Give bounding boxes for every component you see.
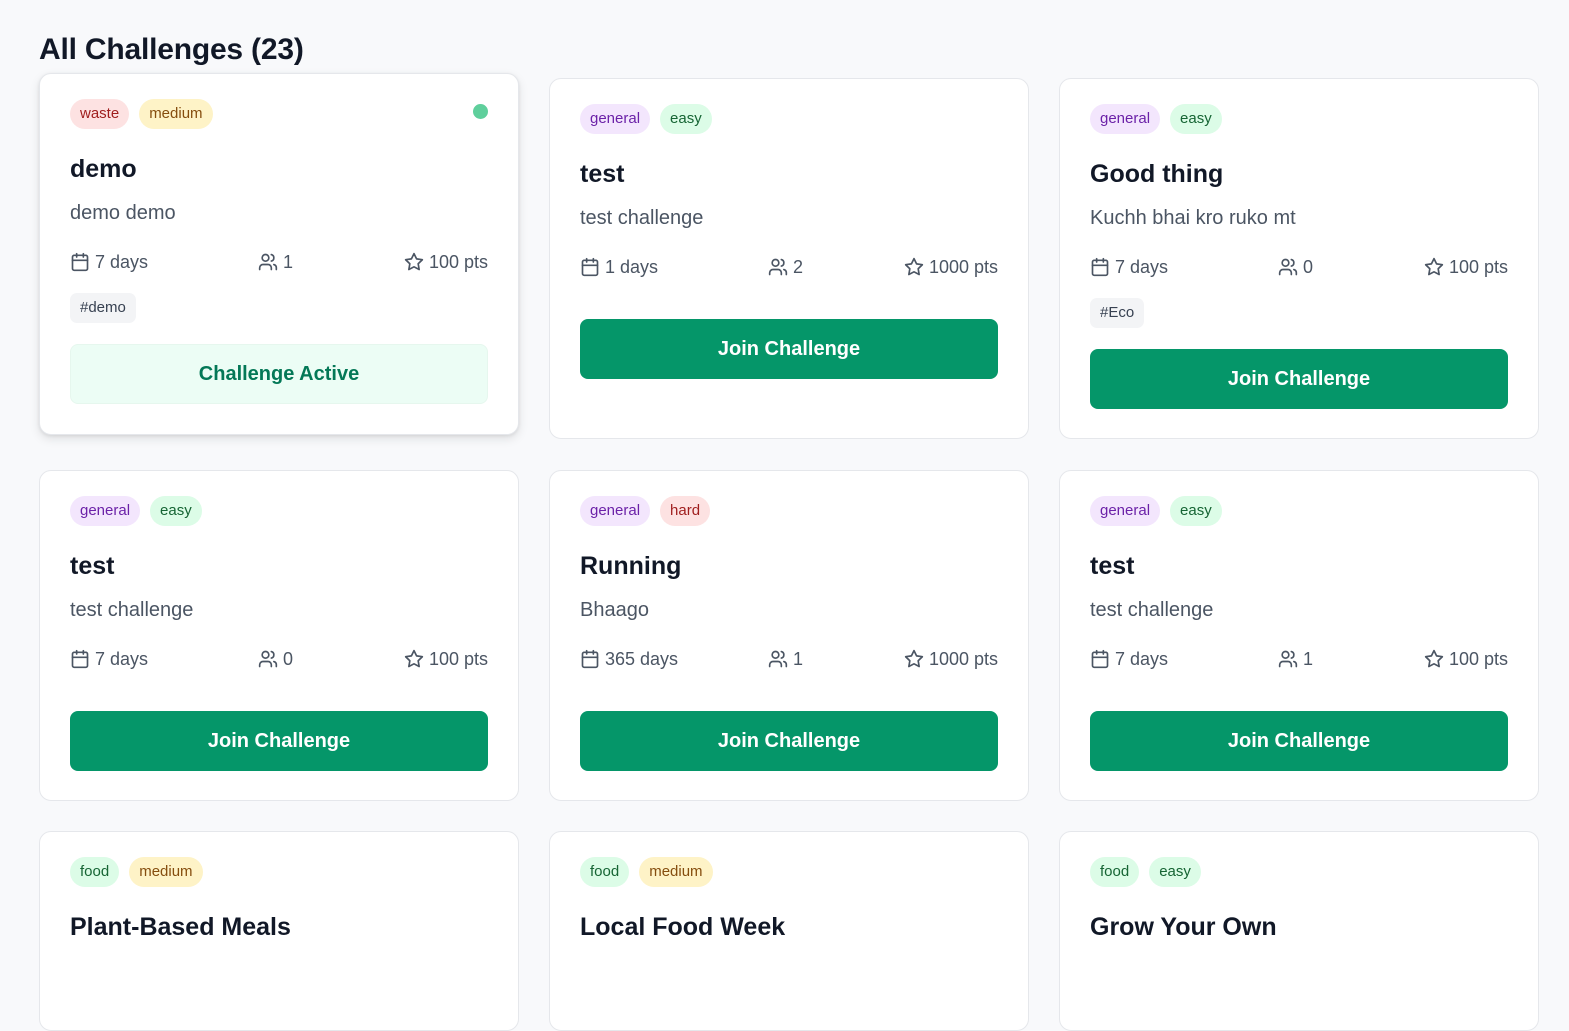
challenge-description: Bhaago: [580, 599, 649, 621]
join-challenge-button[interactable]: Join Challenge: [1090, 349, 1508, 409]
challenge-card: food easy Grow Your Own: [1059, 831, 1539, 1031]
calendar-icon: [71, 649, 89, 669]
duration-text: 1 days: [605, 257, 659, 277]
difficulty-badge: easy: [1149, 857, 1201, 887]
challenge-description: test challenge: [1090, 599, 1214, 621]
users-icon: [768, 650, 788, 668]
challenge-title: test: [70, 552, 115, 580]
challenge-card: general easy test test challenge 1 days …: [549, 78, 1029, 439]
challenge-card: general easy test test challenge 7 days …: [1059, 470, 1539, 801]
challenge-title: Good thing: [1090, 160, 1224, 188]
calendar-icon: [71, 252, 89, 272]
challenge-title: Running: [580, 552, 682, 580]
challenge-title: Plant-Based Meals: [70, 913, 291, 941]
challenge-active-button[interactable]: Challenge Active: [70, 344, 488, 404]
calendar-icon: [1091, 649, 1109, 669]
points-text: 100 pts: [1448, 649, 1508, 669]
star-icon: [904, 649, 924, 668]
challenge-title: demo: [70, 155, 137, 183]
challenge-title: Local Food Week: [580, 913, 786, 941]
difficulty-badge: easy: [660, 104, 712, 134]
challenge-description: demo demo: [70, 202, 176, 224]
category-badge: food: [1090, 857, 1140, 887]
category-badge: general: [1090, 104, 1161, 134]
page-title: All Challenges (23): [39, 33, 304, 67]
star-icon: [404, 649, 424, 668]
challenge-card: food medium Plant-Based Meals: [39, 831, 519, 1031]
challenge-meta: 7 days 0 100 pts: [70, 646, 488, 672]
users-icon: [768, 258, 788, 276]
duration-text: 7 days: [1115, 649, 1169, 669]
difficulty-badge: easy: [1170, 496, 1222, 526]
users-icon: [258, 253, 278, 271]
difficulty-badge: medium: [639, 857, 713, 887]
star-icon: [1424, 257, 1444, 276]
points-text: 1000 pts: [928, 257, 998, 277]
challenge-meta: 7 days 1 100 pts: [70, 249, 488, 275]
category-badge: food: [580, 857, 630, 887]
join-challenge-button[interactable]: Join Challenge: [580, 711, 998, 771]
challenge-card: food medium Local Food Week: [549, 831, 1029, 1031]
challenge-card: general easy Good thing Kuchh bhai kro r…: [1059, 78, 1539, 439]
challenge-card: general hard Running Bhaago 365 days 1 1…: [549, 470, 1029, 801]
challenge-meta: 7 days 0 100 pts: [1090, 254, 1508, 280]
difficulty-badge: medium: [139, 99, 213, 129]
star-icon: [1424, 649, 1444, 668]
difficulty-badge: easy: [150, 496, 202, 526]
star-icon: [404, 252, 424, 271]
challenge-description: Kuchh bhai kro ruko mt: [1090, 207, 1296, 229]
join-challenge-button[interactable]: Join Challenge: [70, 711, 488, 771]
active-status-dot: [473, 104, 488, 119]
points-text: 100 pts: [428, 252, 488, 272]
difficulty-badge: medium: [129, 857, 203, 887]
participants-count: 1: [1303, 649, 1314, 669]
category-badge: food: [70, 857, 120, 887]
difficulty-badge: hard: [660, 496, 711, 526]
duration-text: 7 days: [95, 649, 149, 669]
challenge-card: waste medium demo demo demo 7 days 1 100…: [39, 73, 519, 435]
challenge-title: test: [580, 160, 625, 188]
category-badge: waste: [70, 99, 130, 129]
difficulty-badge: easy: [1170, 104, 1222, 134]
calendar-icon: [581, 649, 599, 669]
category-badge: general: [580, 496, 651, 526]
hashtag-badge: #Eco: [1090, 298, 1145, 328]
hashtag-badge: #demo: [70, 293, 136, 323]
challenge-description: test challenge: [70, 599, 194, 621]
points-text: 100 pts: [1448, 257, 1508, 277]
challenge-title: Grow Your Own: [1090, 913, 1277, 941]
challenge-meta: 365 days 1 1000 pts: [580, 646, 998, 672]
participants-count: 0: [1303, 257, 1314, 277]
users-icon: [1278, 258, 1298, 276]
challenge-meta: 7 days 1 100 pts: [1090, 646, 1508, 672]
challenge-title: test: [1090, 552, 1135, 580]
participants-count: 0: [283, 649, 294, 669]
star-icon: [904, 257, 924, 276]
duration-text: 365 days: [605, 649, 679, 669]
category-badge: general: [580, 104, 651, 134]
join-challenge-button[interactable]: Join Challenge: [580, 319, 998, 379]
points-text: 100 pts: [428, 649, 488, 669]
users-icon: [1278, 650, 1298, 668]
participants-count: 1: [283, 252, 294, 272]
challenge-description: test challenge: [580, 207, 704, 229]
join-challenge-button[interactable]: Join Challenge: [1090, 711, 1508, 771]
participants-count: 1: [793, 649, 804, 669]
participants-count: 2: [793, 257, 804, 277]
challenge-meta: 1 days 2 1000 pts: [580, 254, 998, 280]
category-badge: general: [1090, 496, 1161, 526]
duration-text: 7 days: [1115, 257, 1169, 277]
users-icon: [258, 650, 278, 668]
category-badge: general: [70, 496, 141, 526]
challenge-card: general easy test test challenge 7 days …: [39, 470, 519, 801]
calendar-icon: [1091, 257, 1109, 277]
calendar-icon: [581, 257, 599, 277]
points-text: 1000 pts: [928, 649, 998, 669]
duration-text: 7 days: [95, 252, 149, 272]
